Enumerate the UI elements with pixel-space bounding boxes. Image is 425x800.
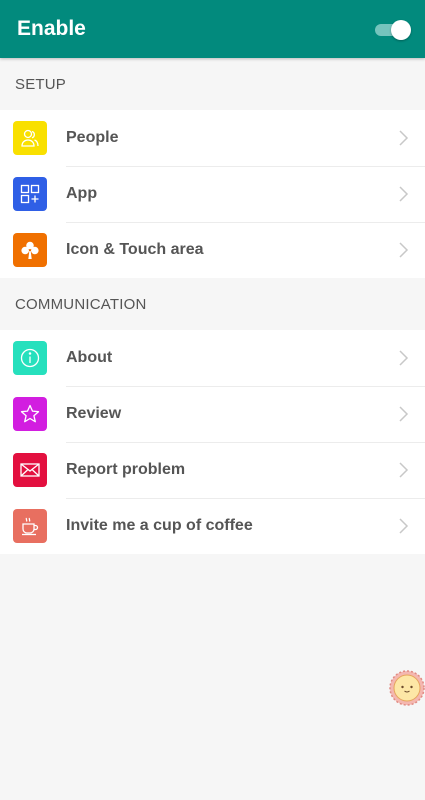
row-about[interactable]: About: [0, 330, 425, 387]
section-header-communication: COMMUNICATION: [15, 295, 147, 313]
communication-group: About Review Report problem Invite me a …: [0, 330, 425, 554]
star-icon: [13, 397, 47, 431]
row-invite-coffee-label: Invite me a cup of coffee: [66, 517, 253, 534]
clover-icon: [13, 233, 47, 267]
row-app[interactable]: App: [0, 166, 425, 223]
floating-mascot-icon[interactable]: [389, 670, 425, 706]
chevron-right-icon: [399, 350, 409, 366]
row-report-problem[interactable]: Report problem: [0, 442, 425, 499]
section-header-setup: SETUP: [15, 75, 67, 93]
chevron-right-icon: [399, 406, 409, 422]
chevron-right-icon: [399, 518, 409, 534]
row-people-label: People: [66, 110, 425, 167]
chevron-right-icon: [399, 242, 409, 258]
row-about-label: About: [66, 330, 425, 387]
row-invite-coffee[interactable]: Invite me a cup of coffee: [0, 498, 425, 554]
coffee-icon: [13, 509, 47, 543]
mail-icon: [13, 453, 47, 487]
chevron-right-icon: [399, 130, 409, 146]
setup-group: People App Icon & Touch area: [0, 110, 425, 278]
row-review-label: Review: [66, 386, 425, 443]
row-review[interactable]: Review: [0, 386, 425, 443]
row-people[interactable]: People: [0, 110, 425, 167]
enable-toggle[interactable]: [375, 19, 411, 40]
chevron-right-icon: [399, 186, 409, 202]
row-report-problem-label: Report problem: [66, 442, 425, 499]
app-title: Enable: [17, 17, 86, 40]
row-icon-touch-area-label: Icon & Touch area: [66, 241, 204, 258]
people-icon: [13, 121, 47, 155]
toggle-thumb: [391, 20, 411, 40]
info-icon: [13, 341, 47, 375]
row-app-label: App: [66, 166, 425, 223]
app-bar: Enable: [0, 0, 425, 58]
row-icon-touch-area[interactable]: Icon & Touch area: [0, 222, 425, 278]
app-grid-icon: [13, 177, 47, 211]
chevron-right-icon: [399, 462, 409, 478]
